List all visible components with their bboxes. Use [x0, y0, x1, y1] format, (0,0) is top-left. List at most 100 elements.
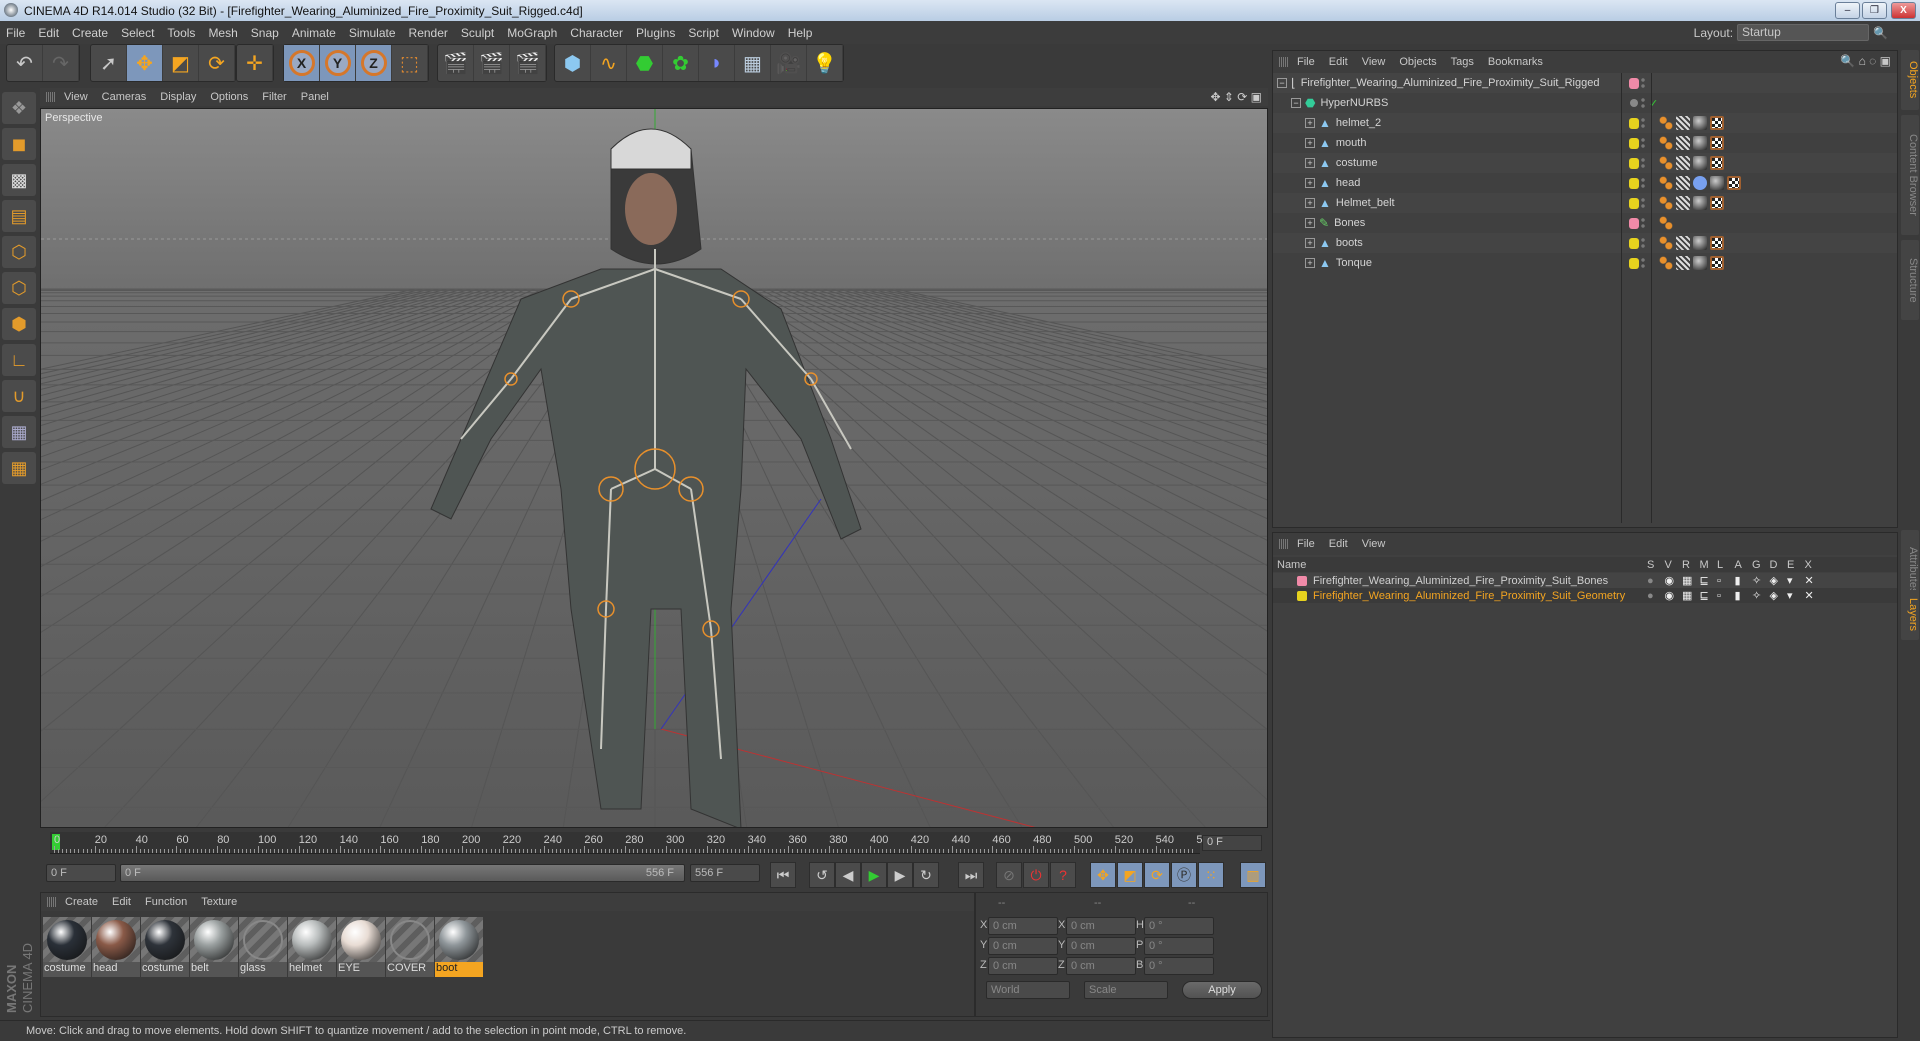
- layer-toggle-l-icon[interactable]: ▫: [1717, 575, 1721, 587]
- start-frame-field[interactable]: 0 F: [46, 864, 116, 882]
- object-row[interactable]: + ▲ mouth: [1273, 133, 1897, 153]
- array-icon[interactable]: ✿: [663, 45, 699, 81]
- side-tab-structure[interactable]: Structure: [1901, 240, 1919, 320]
- camera-icon[interactable]: 🎥: [771, 45, 807, 81]
- material-tag-icon[interactable]: [1693, 156, 1707, 170]
- coord-field[interactable]: 0 °: [1144, 937, 1214, 955]
- menu-window[interactable]: Window: [732, 26, 775, 40]
- polygons-mode-icon[interactable]: ⬢: [2, 308, 36, 340]
- menu-edit[interactable]: Edit: [38, 26, 59, 40]
- layer-color-chip[interactable]: [1297, 576, 1307, 586]
- expand-toggle-icon[interactable]: +: [1305, 178, 1315, 188]
- model-mode-icon[interactable]: ◼: [2, 128, 36, 160]
- object-menu-view[interactable]: View: [1362, 56, 1386, 68]
- layer-menu-file[interactable]: File: [1297, 538, 1315, 550]
- timeline-window-icon[interactable]: ▥: [1240, 862, 1266, 888]
- object-menu-edit[interactable]: Edit: [1329, 56, 1348, 68]
- expand-toggle-icon[interactable]: +: [1305, 198, 1315, 208]
- visibility-dots-icon[interactable]: [1641, 77, 1645, 89]
- layer-row[interactable]: Firefighter_Wearing_Aluminized_Fire_Prox…: [1273, 573, 1897, 588]
- layer-toggle-e-icon[interactable]: ▾: [1787, 574, 1793, 587]
- deformer-icon[interactable]: ◗: [699, 45, 735, 81]
- coord-field[interactable]: 0 cm: [988, 957, 1058, 975]
- menu-select[interactable]: Select: [121, 26, 154, 40]
- expand-toggle-icon[interactable]: +: [1305, 138, 1315, 148]
- layer-color-chip[interactable]: [1629, 218, 1639, 229]
- visibility-dots-icon[interactable]: [1641, 217, 1645, 229]
- material-tag-icon[interactable]: [1693, 196, 1707, 210]
- menu-file[interactable]: File: [6, 26, 25, 40]
- material-tag-icon[interactable]: [1693, 116, 1707, 130]
- name-column-header[interactable]: Name: [1277, 559, 1306, 571]
- 3d-viewport[interactable]: Perspective: [40, 108, 1268, 828]
- object-menu-file[interactable]: File: [1297, 56, 1315, 68]
- grip-icon[interactable]: [46, 92, 56, 102]
- menu-render[interactable]: Render: [409, 26, 448, 40]
- texture-tag-icon[interactable]: [1710, 256, 1724, 270]
- viewport-menu-display[interactable]: Display: [160, 91, 196, 103]
- layer-color-chip[interactable]: [1629, 158, 1639, 169]
- timeline[interactable]: 0 20 40 60 80 100 120 140 160 180 200 220 240 260 280 3…: [40, 830, 1268, 857]
- coordinate-system-icon[interactable]: ⬚: [392, 45, 428, 81]
- object-row[interactable]: + ▲ boots: [1273, 233, 1897, 253]
- visibility-dots-icon[interactable]: [1641, 137, 1645, 149]
- layer-column-r[interactable]: R: [1682, 559, 1690, 571]
- workplane-icon[interactable]: ▤: [2, 200, 36, 232]
- menu-animate[interactable]: Animate: [292, 26, 336, 40]
- expand-toggle-icon[interactable]: −: [1291, 98, 1301, 108]
- move-tool-icon[interactable]: ✥: [127, 45, 163, 81]
- apply-button[interactable]: Apply: [1182, 981, 1262, 999]
- coordinate-mode-dropdown[interactable]: World: [986, 981, 1070, 999]
- current-frame-field[interactable]: 0 F: [1202, 835, 1262, 851]
- expand-toggle-icon[interactable]: −: [1277, 78, 1287, 88]
- character-body[interactable]: [430, 268, 862, 828]
- layer-color-chip[interactable]: [1629, 238, 1639, 249]
- texture-mode-icon[interactable]: ▩: [2, 164, 36, 196]
- layer-toggle-m-icon[interactable]: ⊑: [1700, 589, 1709, 602]
- layer-toggle-d-icon[interactable]: ◈: [1770, 574, 1778, 587]
- layer-toggle-a-icon[interactable]: ▮: [1735, 574, 1741, 587]
- object-row[interactable]: + ✎ Bones: [1273, 213, 1897, 233]
- texture-tag-icon[interactable]: [1710, 196, 1724, 210]
- uvw-tag-icon[interactable]: [1676, 196, 1690, 210]
- viewport-menu-view[interactable]: View: [64, 91, 88, 103]
- layer-column-a[interactable]: A: [1735, 559, 1742, 571]
- object-manager-nav-icons[interactable]: 🔍 ⌂ ◌ ▣: [1840, 54, 1891, 68]
- close-button[interactable]: X: [1891, 2, 1916, 19]
- layer-toggle-g-icon[interactable]: ✧: [1752, 574, 1761, 587]
- menu-script[interactable]: Script: [688, 26, 719, 40]
- y-axis-button[interactable]: Y: [320, 45, 356, 81]
- make-editable-icon[interactable]: ❖: [2, 92, 36, 124]
- material-menu-create[interactable]: Create: [65, 896, 98, 908]
- nurbs-icon[interactable]: ⬣: [627, 45, 663, 81]
- layer-toggle-s-icon[interactable]: ●: [1647, 575, 1654, 587]
- coord-field[interactable]: 0 cm: [988, 937, 1058, 955]
- go-to-end-icon[interactable]: ⏭: [958, 862, 984, 888]
- uvw-tag-icon[interactable]: [1676, 236, 1690, 250]
- layer-column-x[interactable]: X: [1805, 559, 1812, 571]
- weight-tag-icon[interactable]: [1659, 236, 1673, 250]
- weight-tag-icon[interactable]: [1659, 256, 1673, 270]
- layer-toggle-m-icon[interactable]: ⊑: [1700, 574, 1709, 587]
- visibility-dots-icon[interactable]: [1641, 237, 1645, 249]
- coord-field[interactable]: 0 cm: [988, 917, 1058, 935]
- skin-tag-icon[interactable]: [1693, 176, 1707, 190]
- coord-field[interactable]: 0 °: [1144, 917, 1214, 935]
- next-frame-icon[interactable]: ▶: [887, 862, 913, 888]
- end-frame-field[interactable]: 556 F: [690, 864, 760, 882]
- object-row[interactable]: − ⌊ Firefighter_Wearing_Aluminized_Fire_Pr…: [1273, 73, 1897, 93]
- material-tag-icon[interactable]: [1710, 176, 1724, 190]
- x-axis-button[interactable]: X: [284, 45, 320, 81]
- material-menu-texture[interactable]: Texture: [201, 896, 237, 908]
- edges-mode-icon[interactable]: ⬡: [2, 272, 36, 304]
- render-settings-icon[interactable]: 🎬: [510, 45, 546, 81]
- weight-tag-icon[interactable]: [1659, 216, 1673, 230]
- layer-toggle-g-icon[interactable]: ✧: [1752, 589, 1761, 602]
- viewport-nav-icons[interactable]: ✥ ⇕ ⟳ ▣: [1210, 90, 1262, 104]
- object-row[interactable]: + ▲ Tonque: [1273, 253, 1897, 273]
- layer-toggle-v-icon[interactable]: ◉: [1665, 589, 1675, 602]
- layer-color-chip[interactable]: [1629, 78, 1639, 89]
- object-menu-bookmarks[interactable]: Bookmarks: [1488, 56, 1543, 68]
- render-picture-viewer-icon[interactable]: 🎬: [474, 45, 510, 81]
- layer-color-chip[interactable]: [1629, 118, 1639, 129]
